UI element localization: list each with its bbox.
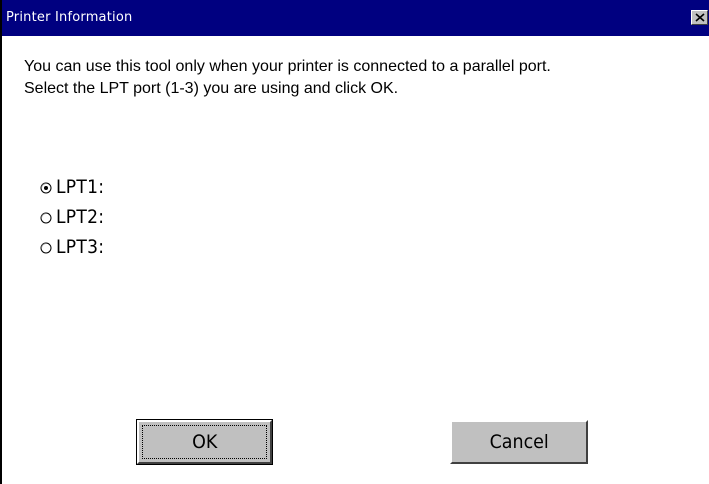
cancel-button[interactable]: Cancel [450, 420, 588, 464]
instruction-text: You can use this tool only when your pri… [24, 56, 551, 100]
radio-option-lpt2[interactable]: LPT2: [40, 202, 110, 232]
radio-option-lpt1[interactable]: LPT1: [40, 172, 110, 202]
instruction-line-2: Select the LPT port (1-3) you are using … [24, 80, 399, 97]
radio-label-lpt1: LPT1: [56, 176, 105, 198]
radio-button-lpt2[interactable] [40, 211, 52, 224]
ok-button[interactable]: OK [136, 419, 273, 465]
window-title: Printer Information [6, 10, 133, 25]
radio-button-lpt3[interactable] [40, 241, 52, 254]
title-bar[interactable]: Printer Information [2, 0, 709, 36]
ok-button-label: OK [191, 431, 218, 453]
printer-information-dialog: Printer Information You can use this too… [0, 0, 709, 484]
close-button[interactable] [691, 10, 708, 25]
close-icon [695, 13, 705, 22]
instruction-line-1: You can use this tool only when your pri… [24, 58, 551, 75]
radio-option-lpt3[interactable]: LPT3: [40, 232, 110, 262]
radio-label-lpt3: LPT3: [56, 236, 105, 258]
radio-label-lpt2: LPT2: [56, 206, 105, 228]
radio-button-lpt1[interactable] [40, 181, 52, 194]
cancel-button-label: Cancel [489, 431, 549, 453]
lpt-port-radio-group: LPT1: LPT2: LPT3: [40, 172, 110, 262]
